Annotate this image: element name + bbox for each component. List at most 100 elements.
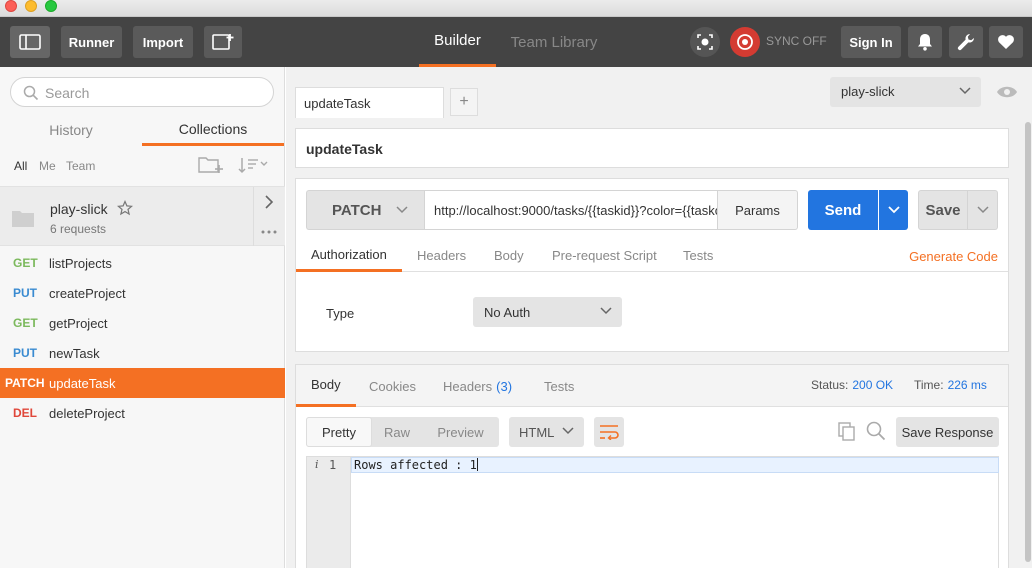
auth-type-select[interactable]: No Auth (473, 297, 622, 327)
request-name-label: updateTask (49, 375, 116, 391)
close-window-button[interactable] (5, 0, 17, 12)
editor-gutter: i 1 (307, 457, 351, 568)
collection-name: play-slick (50, 201, 108, 217)
tab-collections[interactable]: Collections (142, 114, 284, 146)
add-tab-button[interactable]: + (450, 88, 478, 116)
view-raw-button[interactable]: Raw (372, 417, 422, 447)
request-method-label: DEL (13, 406, 37, 420)
response-body-editor[interactable]: i 1 Rows affected : 1 (306, 456, 999, 568)
tab-history[interactable]: History (0, 114, 142, 146)
sign-in-button[interactable]: Sign In (841, 26, 901, 58)
sync-status-label: SYNC OFF (766, 34, 827, 48)
sidebar-request-item[interactable]: GET getProject (0, 308, 285, 338)
tab-body[interactable]: Body (494, 239, 524, 272)
scrollbar-thumb[interactable] (1025, 122, 1031, 562)
sidebar-request-item[interactable]: DEL deleteProject (0, 398, 285, 428)
sidebar-request-item[interactable]: PUT newTask (0, 338, 285, 368)
main-scrollbar[interactable] (1023, 67, 1032, 568)
filter-me[interactable]: Me (39, 159, 56, 173)
auth-type-label: Type (326, 306, 355, 321)
minimize-window-button[interactable] (25, 0, 37, 12)
code-line: Rows affected : 1 (351, 457, 999, 473)
sort-icon[interactable] (238, 155, 268, 175)
chevron-right-icon (265, 195, 274, 209)
view-preview-button[interactable]: Preview (422, 417, 499, 447)
response-tab-headers[interactable]: Headers (3) (443, 365, 512, 407)
time-value: 226 ms (947, 378, 987, 392)
search-icon (23, 85, 39, 101)
settings-button[interactable] (949, 26, 983, 58)
tab-team-library[interactable]: Team Library (505, 17, 603, 67)
sync-button[interactable] (730, 27, 760, 57)
copy-icon[interactable] (838, 422, 856, 442)
new-window-button[interactable] (204, 26, 242, 58)
filter-all[interactable]: All (14, 159, 27, 173)
sidebar-request-item[interactable]: PATCH updateTask (0, 368, 285, 398)
request-method-label: PUT (13, 286, 37, 300)
request-tab-update-task[interactable]: updateTask (295, 87, 444, 118)
line-number: 1 (329, 458, 337, 472)
notifications-button[interactable] (908, 26, 942, 58)
runner-button[interactable]: Runner (61, 26, 122, 58)
wrap-lines-icon (600, 425, 619, 440)
star-icon[interactable] (117, 200, 133, 216)
add-folder-icon[interactable] (198, 155, 224, 175)
sync-off-icon (737, 34, 753, 50)
response-panel: Body Cookies Headers (3) Tests Status: 20… (295, 364, 1009, 568)
save-button[interactable]: Save (918, 190, 968, 230)
search-icon[interactable] (866, 421, 886, 441)
request-builder: PATCH http://localhost:9000/tasks/{{task… (295, 178, 1009, 352)
chevron-down-icon (396, 206, 408, 214)
quick-look-button[interactable] (990, 77, 1024, 107)
tab-tests[interactable]: Tests (683, 239, 713, 272)
toggle-sidebar-button[interactable] (10, 26, 50, 58)
search-box[interactable] (10, 77, 274, 107)
sidebar-icon (19, 34, 41, 50)
zoom-window-button[interactable] (45, 0, 57, 12)
chevron-down-icon (959, 87, 971, 95)
search-input[interactable] (45, 83, 265, 103)
wrench-icon (957, 33, 975, 51)
sidebar-request-item[interactable]: GET listProjects (0, 248, 285, 278)
response-headers-label: Headers (443, 378, 493, 394)
method-select[interactable]: PATCH (306, 190, 424, 230)
tab-builder[interactable]: Builder (419, 17, 496, 67)
save-options-button[interactable] (968, 190, 998, 230)
collection-play-slick[interactable]: play-slick 6 requests (0, 186, 285, 246)
new-window-icon (212, 34, 234, 50)
chevron-down-icon (600, 307, 612, 315)
tab-headers[interactable]: Headers (417, 239, 466, 272)
sidebar-request-item[interactable]: PUT createProject (0, 278, 285, 308)
heart-icon (998, 35, 1014, 49)
response-tab-tests[interactable]: Tests (544, 365, 574, 407)
tab-pre-request-script[interactable]: Pre-request Script (552, 239, 657, 272)
environment-select[interactable]: play-slick (830, 77, 981, 107)
interceptor-button[interactable] (690, 27, 720, 57)
send-button[interactable]: Send (808, 190, 878, 230)
request-name-label: newTask (49, 345, 100, 361)
import-button[interactable]: Import (133, 26, 193, 58)
filter-team[interactable]: Team (66, 159, 95, 173)
response-tab-body[interactable]: Body (296, 365, 356, 407)
favorite-button[interactable] (989, 26, 1023, 58)
tab-authorization[interactable]: Authorization (296, 239, 402, 272)
request-name-field[interactable]: updateTask (295, 128, 1009, 168)
send-options-button[interactable] (879, 190, 908, 230)
expand-collection-button[interactable] (253, 187, 284, 217)
chevron-down-icon (976, 206, 989, 214)
response-tab-cookies[interactable]: Cookies (369, 365, 416, 407)
wrap-lines-button[interactable] (594, 417, 624, 447)
response-body-content: Rows affected : 1 (354, 458, 477, 472)
response-body-text: Rows affected : 1 (354, 458, 478, 472)
request-method-label: PATCH (5, 376, 45, 390)
chevron-down-icon (887, 206, 900, 214)
view-pretty-button[interactable]: Pretty (306, 417, 372, 447)
format-select[interactable]: HTML (509, 417, 584, 447)
request-name-label: createProject (49, 285, 126, 301)
params-button[interactable]: Params (718, 190, 798, 230)
collection-more-button[interactable] (253, 217, 284, 246)
save-response-button[interactable]: Save Response (896, 417, 999, 447)
generate-code-link[interactable]: Generate Code (909, 249, 998, 264)
url-input[interactable]: http://localhost:9000/tasks/{{taskid}}?c… (424, 190, 718, 230)
eye-icon (997, 86, 1017, 98)
